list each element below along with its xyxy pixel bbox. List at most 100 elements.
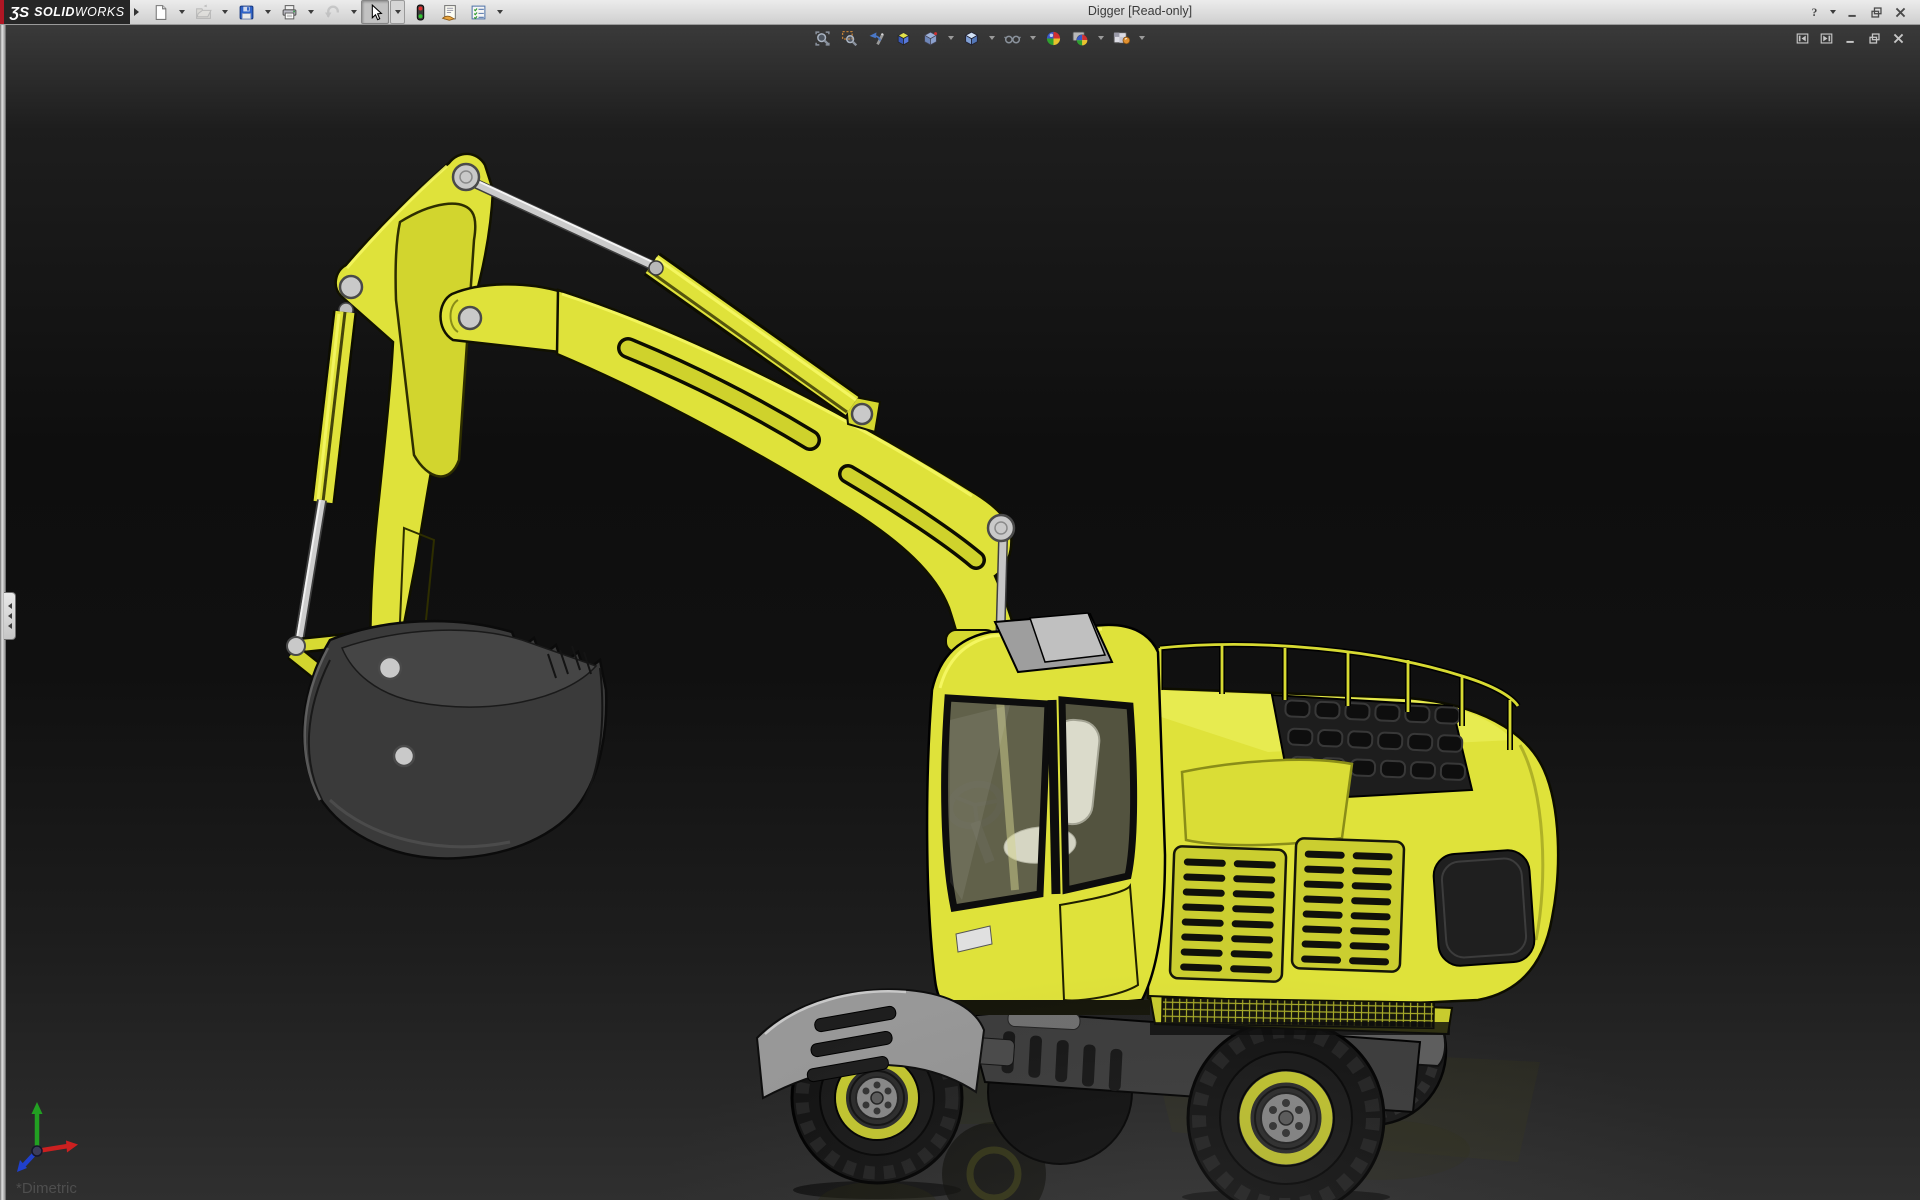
document-window-controls (1793, 28, 1907, 48)
print-dropdown[interactable] (304, 1, 317, 23)
restore-button[interactable] (1866, 1, 1886, 23)
edit-appearance-button[interactable] (1041, 27, 1065, 49)
chevron-down-icon (1830, 10, 1836, 14)
view-settings-button[interactable] (1109, 27, 1133, 49)
chevron-down-icon (1030, 36, 1036, 40)
hide-show-items-icon (1004, 30, 1021, 47)
view-orientation-button[interactable] (918, 27, 942, 49)
bucket (304, 621, 607, 858)
collapse-arrow-icon (8, 613, 12, 619)
select-icon (367, 4, 384, 21)
open-document-button[interactable] (189, 0, 217, 24)
view-settings-dropdown[interactable] (1136, 28, 1147, 48)
select-dropdown[interactable] (390, 0, 405, 24)
apply-scene-button[interactable] (1068, 27, 1092, 49)
previous-view-button[interactable] (864, 27, 888, 49)
options-button[interactable] (464, 0, 492, 24)
chevron-down-icon (308, 10, 314, 14)
document-title: Digger [Read-only] (1088, 4, 1192, 18)
minimize-button[interactable] (1841, 28, 1859, 48)
new-document-button[interactable] (146, 0, 174, 24)
solidworks-window: ƷS SOLIDWORKS Digger [Read-only] (0, 0, 1920, 1200)
apply-scene-dropdown[interactable] (1095, 28, 1106, 48)
view-settings-icon (1113, 30, 1130, 47)
view-orientation-dropdown[interactable] (945, 28, 956, 48)
close-icon (1892, 32, 1905, 45)
pane-left-icon (1796, 32, 1809, 45)
options-dropdown[interactable] (493, 1, 506, 23)
main-toolbar (146, 0, 506, 24)
wordmark-light: WORKS (75, 5, 125, 19)
file-properties-icon (441, 4, 458, 21)
chevron-down-icon (179, 10, 185, 14)
pane-right-button[interactable] (1817, 28, 1835, 48)
section-view-button[interactable] (891, 27, 915, 49)
select-button[interactable] (361, 0, 389, 24)
close-icon (1894, 6, 1907, 19)
save-dropdown[interactable] (261, 1, 274, 23)
zoom-to-fit-button[interactable] (810, 27, 834, 49)
apply-scene-icon (1072, 30, 1089, 47)
hide-show-items-dropdown[interactable] (1027, 28, 1038, 48)
close-button[interactable] (1889, 28, 1907, 48)
minimize-button[interactable] (1842, 1, 1862, 23)
chevron-down-icon (265, 10, 271, 14)
chevron-down-icon (948, 36, 954, 40)
solidworks-logo[interactable]: ƷS SOLIDWORKS (0, 0, 130, 24)
origin-triad (10, 1096, 96, 1188)
logo-accent-stripe (0, 0, 4, 24)
zoom-to-area-button[interactable] (837, 27, 861, 49)
new-document-icon (152, 4, 169, 21)
restore-button[interactable] (1865, 28, 1883, 48)
display-style-button[interactable] (959, 27, 983, 49)
print-button[interactable] (275, 0, 303, 24)
restore-icon (1868, 32, 1881, 45)
chevron-down-icon (222, 10, 228, 14)
grille-panel-2 (1292, 838, 1404, 972)
chevron-down-icon (989, 36, 995, 40)
save-button[interactable] (232, 0, 260, 24)
display-style-icon (963, 30, 980, 47)
close-button[interactable] (1890, 1, 1910, 23)
options-icon (470, 4, 487, 21)
undo-icon (324, 4, 341, 21)
chevron-down-icon (1139, 36, 1145, 40)
undo-dropdown[interactable] (347, 1, 360, 23)
help-dropdown[interactable] (1828, 2, 1838, 22)
rebuild-button[interactable] (406, 0, 434, 24)
hide-show-items-button[interactable] (1000, 27, 1024, 49)
restore-icon (1870, 6, 1883, 19)
chevron-down-icon (351, 10, 357, 14)
chevron-down-icon (395, 10, 401, 14)
new-document-dropdown[interactable] (175, 1, 188, 23)
graphics-viewport[interactable]: *Dimetric (0, 24, 1920, 1200)
display-style-dropdown[interactable] (986, 28, 997, 48)
save-icon (238, 4, 255, 21)
chevron-down-icon (497, 10, 503, 14)
view-orientation-label: *Dimetric (16, 1180, 77, 1197)
grille-panel-1 (1170, 846, 1287, 982)
open-document-icon (195, 4, 212, 21)
edit-appearance-icon (1045, 30, 1062, 47)
dassault-logo-icon: ƷS (10, 4, 29, 21)
minimize-icon (1846, 6, 1859, 19)
titlebar-controls (1804, 0, 1910, 24)
pane-left-button[interactable] (1793, 28, 1811, 48)
cab (927, 613, 1165, 1015)
expand-arrow-icon (134, 8, 139, 16)
zoom-to-area-icon (841, 30, 858, 47)
rebuild-icon (412, 4, 429, 21)
title-bar: ƷS SOLIDWORKS Digger [Read-only] (0, 0, 1920, 25)
menu-expand-arrow[interactable] (130, 0, 142, 24)
excavator-model[interactable] (0, 24, 1920, 1200)
undo-button[interactable] (318, 0, 346, 24)
solidworks-wordmark: SOLIDWORKS (34, 5, 124, 19)
featuremanager-collapse-handle[interactable] (4, 592, 16, 640)
section-view-icon (895, 30, 912, 47)
file-properties-button[interactable] (435, 0, 463, 24)
collapse-arrow-icon (8, 603, 12, 609)
open-document-dropdown[interactable] (218, 1, 231, 23)
collapse-arrow-icon (8, 623, 12, 629)
help-button[interactable] (1804, 1, 1824, 23)
zoom-to-fit-icon (814, 30, 831, 47)
